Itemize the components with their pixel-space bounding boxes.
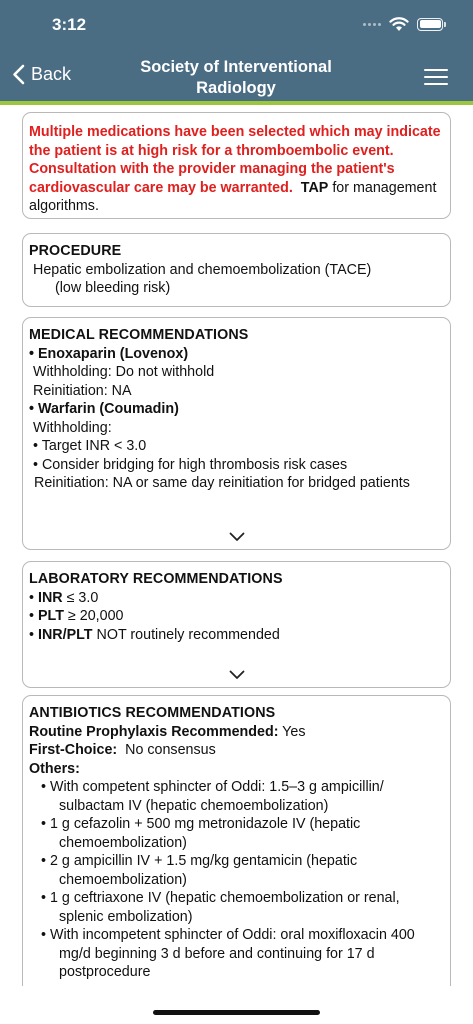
status-icons [363,16,446,32]
warfarin-withholding: Withholding: [33,419,112,436]
scroll-content[interactable]: Multiple medications have been selected … [0,105,473,986]
drug-enoxaparin: • Enoxaparin (Lovenox) [29,345,189,362]
page-title: Society of Interventional Radiology [140,58,332,97]
menu-button[interactable] [424,69,448,85]
routine-prophylaxis: Routine Prophylaxis Recommended: Yes [29,723,306,740]
lab-item-inr: • INR ≤ 3.0 [29,589,99,606]
medical-card[interactable]: MEDICAL RECOMMENDATIONS • Enoxaparin (Lo… [22,317,451,550]
enoxaparin-reinitiation: Reinitiation: NA [33,382,132,399]
list-item: • 1 g cefazolin + 500 mg metronidazole I… [41,816,361,851]
drug-warfarin: • Warfarin (Coumadin) [29,401,179,417]
procedure-name: Hepatic embolization and chemoembolizati… [33,261,372,278]
lab-item-plt: • PLT ≥ 20,000 [29,608,124,624]
lab-item-inr-plt: • INR/PLT NOT routinely recommended [29,626,280,643]
back-label: Back [31,64,72,84]
medical-title: MEDICAL RECOMMENDATIONS [29,327,249,343]
home-indicator[interactable] [153,1010,320,1015]
tap-link[interactable]: TAP [301,180,329,196]
laboratory-title: LABORATORY RECOMMENDATIONS [29,571,283,587]
list-item: • With competent sphincter of Oddi: 1.5–… [41,779,384,814]
first-choice: First-Choice: No consensus [29,742,216,758]
battery-icon [417,17,446,31]
menu-icon [424,69,448,71]
wifi-icon [389,17,409,31]
laboratory-card[interactable]: LABORATORY RECOMMENDATIONS • INR ≤ 3.0 •… [22,561,451,688]
chevron-down-icon[interactable] [229,532,245,542]
enoxaparin-withholding: Withholding: Do not withhold [33,364,215,380]
back-button[interactable]: Back [12,64,71,85]
procedure-card: PROCEDURE Hepatic embolization and chemo… [22,233,451,307]
antibiotics-card[interactable]: ANTIBIOTICS RECOMMENDATIONS Routine Prop… [22,695,451,986]
warfarin-reinitiation: Reinitiation: NA or same day reinitiatio… [34,475,410,491]
list-item: • With incompetent sphincter of Oddi: or… [41,927,415,980]
list-item: • 1 g ceftriaxone IV (hepatic chemoembol… [41,890,400,925]
alert-card: Multiple medications have been selected … [22,112,451,219]
chevron-down-icon[interactable] [229,670,245,680]
back-chevron-icon [13,64,25,85]
procedure-risk: (low bleeding risk) [55,280,171,296]
cellular-signal-icon [363,22,381,26]
warfarin-bridging: • Consider bridging for high thrombosis … [33,456,348,473]
warfarin-target-inr: • Target INR < 3.0 [33,438,147,454]
others-label: Others: [29,760,80,777]
procedure-title: PROCEDURE [29,243,122,259]
list-item: • 2 g ampicillin IV + 1.5 mg/kg gentamic… [41,853,358,888]
status-time: 3:12 [52,15,87,34]
antibiotics-title: ANTIBIOTICS RECOMMENDATIONS [29,705,276,721]
nav-header: 3:12 Back Society of Interventional Radi… [0,0,473,101]
